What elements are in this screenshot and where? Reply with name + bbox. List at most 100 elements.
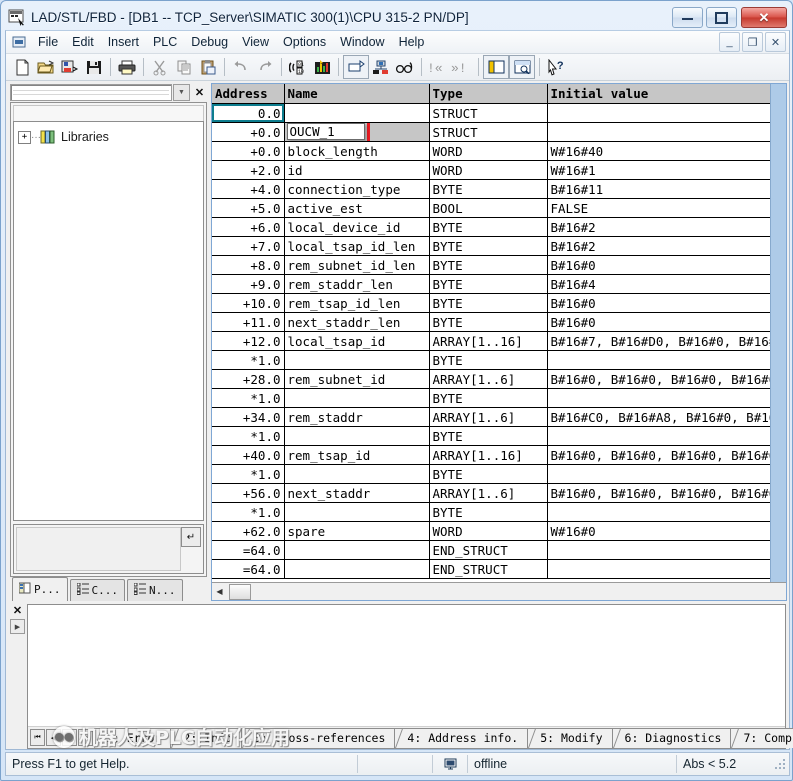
table-row[interactable]: +7.0 local_tsap_id_len BYTE B#16#2 <box>212 236 785 256</box>
cell-name[interactable]: id <box>284 160 430 180</box>
cell-type[interactable]: WORD <box>429 160 548 180</box>
glasses-monitor-icon[interactable] <box>393 56 417 78</box>
table-row[interactable]: +12.0 local_tsap_id ARRAY[1..16] B#16#7, B#… <box>212 331 785 351</box>
cell-address[interactable]: +6.0 <box>212 217 285 237</box>
cell-address[interactable]: +56.0 <box>212 483 285 503</box>
menu-edit[interactable]: Edit <box>65 33 101 51</box>
undo-icon[interactable] <box>229 56 253 78</box>
cell-address[interactable]: *1.0 <box>212 502 285 522</box>
cell-initial-value[interactable]: B#16#0, B#16#0, B#16#0, B#16#0 <box>547 445 785 465</box>
menu-insert[interactable]: Insert <box>101 33 146 51</box>
cell-name[interactable] <box>284 502 430 522</box>
cell-type[interactable]: BYTE <box>429 293 548 313</box>
table-row[interactable]: =64.0 END_STRUCT <box>212 540 785 560</box>
next-tab-button[interactable]: ▶ <box>62 729 77 746</box>
last-tab-button[interactable]: ⏭ <box>78 729 93 746</box>
window-close-button[interactable]: ✕ <box>741 7 787 28</box>
table-row[interactable]: +8.0 rem_subnet_id_len BYTE B#16#0 <box>212 255 785 275</box>
cell-type[interactable]: BYTE <box>429 255 548 275</box>
cell-address[interactable]: =64.0 <box>212 559 285 579</box>
cell-name[interactable]: next_staddr_len <box>284 312 430 332</box>
cell-name[interactable]: rem_staddr <box>284 407 430 427</box>
table-row[interactable]: *1.0 BYTE <box>212 426 785 446</box>
cell-name[interactable]: rem_subnet_id <box>284 369 430 389</box>
cell-address[interactable]: +28.0 <box>212 369 285 389</box>
cell-address[interactable]: +0.0 <box>212 141 285 161</box>
table-row[interactable]: 0.0 STRUCT <box>212 103 785 123</box>
table-row[interactable]: *1.0 BYTE <box>212 502 785 522</box>
cell-type[interactable]: ARRAY[1..16] <box>429 331 548 351</box>
table-row[interactable]: +62.0 spare WORD W#16#0 <box>212 521 785 541</box>
table-row[interactable]: +0.0 block_length WORD W#16#40 <box>212 141 785 161</box>
cell-initial-value[interactable] <box>547 502 785 522</box>
copy-icon[interactable] <box>172 56 196 78</box>
cell-address[interactable]: +4.0 <box>212 179 285 199</box>
cell-type[interactable]: BYTE <box>429 236 548 256</box>
cell-name[interactable]: OUCW_1 <box>284 122 430 142</box>
menu-options[interactable]: Options <box>276 33 333 51</box>
cell-address[interactable]: =64.0 <box>212 540 285 560</box>
cell-initial-value[interactable]: B#16#4 <box>547 274 785 294</box>
cell-initial-value[interactable]: B#16#0 <box>547 255 785 275</box>
open-folder-icon[interactable] <box>34 56 58 78</box>
column-header-name[interactable]: Name <box>284 84 430 104</box>
insert-network-icon[interactable] <box>343 55 369 79</box>
cell-type[interactable]: ARRAY[1..6] <box>429 407 548 427</box>
cell-initial-value[interactable]: B#16#0, B#16#0, B#16#0, B#16#0 <box>547 483 785 503</box>
cell-name[interactable] <box>284 103 430 123</box>
cell-name[interactable]: local_device_id <box>284 217 430 237</box>
output-tab-cross-references[interactable]: 3: Cross-references <box>241 727 396 748</box>
horizontal-scroll-thumb[interactable] <box>229 583 251 600</box>
cell-address[interactable]: +5.0 <box>212 198 285 218</box>
table-row[interactable]: +2.0 id WORD W#16#1 <box>212 160 785 180</box>
cell-address[interactable]: +8.0 <box>212 255 285 275</box>
window-minimize-button[interactable] <box>672 7 703 28</box>
preview-jump-button[interactable]: ↵ <box>181 527 201 547</box>
cell-type[interactable]: BYTE <box>429 464 548 484</box>
cell-address[interactable]: +2.0 <box>212 160 285 180</box>
table-row[interactable]: =64.0 END_STRUCT <box>212 559 785 579</box>
cell-initial-value[interactable]: B#16#0 <box>547 293 785 313</box>
cell-initial-value[interactable]: B#16#7, B#16#D0, B#16#0, B#16#0 <box>547 331 785 351</box>
cell-name[interactable]: rem_subnet_id_len <box>284 255 430 275</box>
cell-name[interactable]: active_est <box>284 198 430 218</box>
mdi-close-button[interactable]: ✕ <box>765 32 786 52</box>
cell-type[interactable]: BYTE <box>429 388 548 408</box>
table-row[interactable]: +10.0 rem_tsap_id_len BYTE B#16#0 <box>212 293 785 313</box>
column-header-type[interactable]: Type <box>429 84 548 104</box>
cell-name[interactable]: next_staddr <box>284 483 430 503</box>
table-row[interactable]: +4.0 connection_type BYTE B#16#11 <box>212 179 785 199</box>
cell-initial-value[interactable] <box>547 122 785 142</box>
cell-type[interactable]: WORD <box>429 141 548 161</box>
cell-address[interactable]: *1.0 <box>212 464 285 484</box>
cell-type[interactable]: BYTE <box>429 217 548 237</box>
cell-type[interactable]: STRUCT <box>429 122 548 142</box>
cell-initial-value[interactable]: B#16#0 <box>547 312 785 332</box>
table-row[interactable]: *1.0 BYTE <box>212 464 785 484</box>
cell-initial-value[interactable] <box>547 103 785 123</box>
output-tab-diagnostics[interactable]: 6: Diagnostics <box>612 727 732 748</box>
cell-type[interactable]: BYTE <box>429 179 548 199</box>
horizontal-scrollbar[interactable]: ◀ <box>212 582 786 600</box>
cell-address[interactable]: +9.0 <box>212 274 285 294</box>
cell-name[interactable]: local_tsap_id_len <box>284 236 430 256</box>
expand-plus-icon[interactable]: + <box>18 130 31 144</box>
tree-item-libraries[interactable]: + ··· Libraries <box>18 128 199 146</box>
cell-name[interactable]: rem_tsap_id <box>284 445 430 465</box>
cell-initial-value[interactable] <box>547 540 785 560</box>
cell-initial-value[interactable] <box>547 464 785 484</box>
cell-type[interactable]: END_STRUCT <box>429 559 548 579</box>
output-pane-expand-button[interactable]: ▶ <box>10 619 25 634</box>
table-row[interactable]: +5.0 active_est BOOL FALSE <box>212 198 785 218</box>
download-to-plc-icon[interactable]: 01 10 <box>286 56 310 78</box>
cell-initial-value[interactable] <box>547 426 785 446</box>
cell-initial-value[interactable]: B#16#C0, B#16#A8, B#16#0, B#16#0 <box>547 407 785 427</box>
cell-name[interactable]: local_tsap_id <box>284 331 430 351</box>
cell-type[interactable]: STRUCT <box>429 103 548 123</box>
cell-type[interactable]: BYTE <box>429 312 548 332</box>
cell-address[interactable]: +7.0 <box>212 236 285 256</box>
resize-grip-icon[interactable] <box>773 757 787 771</box>
prev-tab-button[interactable]: ◀ <box>46 729 61 746</box>
table-row[interactable]: *1.0 BYTE <box>212 350 785 370</box>
scroll-left-arrow-icon[interactable]: ◀ <box>212 584 227 599</box>
